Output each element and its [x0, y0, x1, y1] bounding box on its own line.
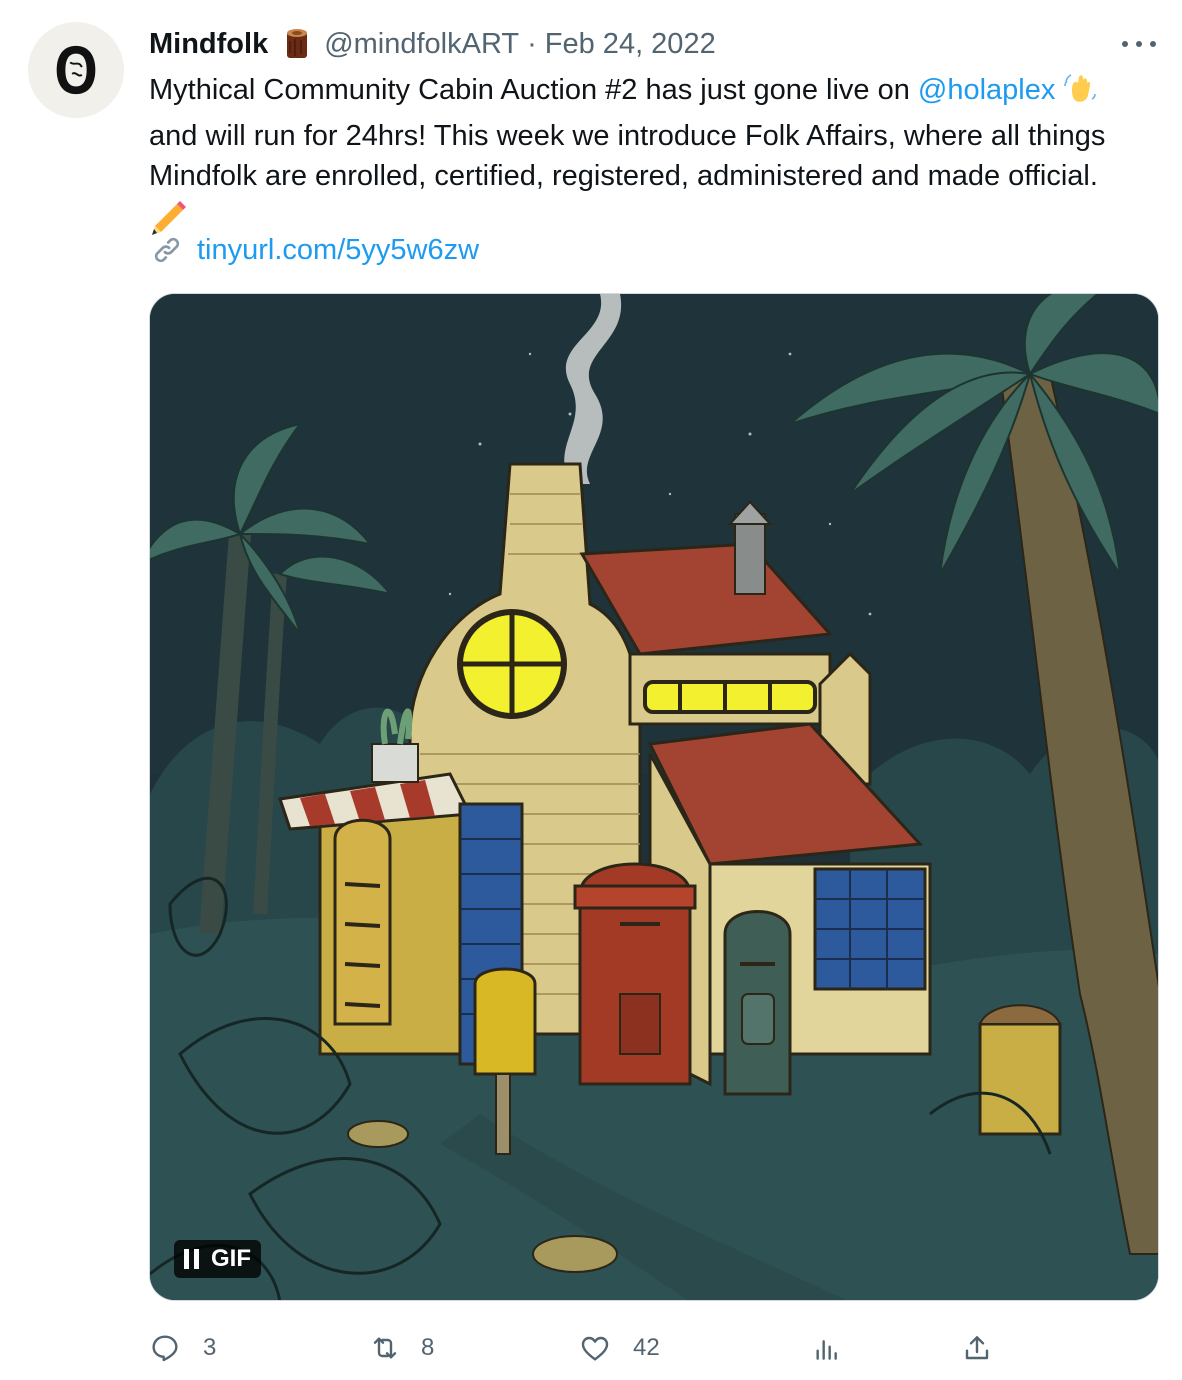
header-separator: ·	[527, 27, 537, 60]
link-chain-icon	[154, 237, 180, 263]
tweet-text: Mythical Community Cabin Auction #2 has …	[149, 70, 1159, 247]
tweet-date[interactable]: Feb 24, 2022	[545, 28, 716, 61]
reply-count: 3	[203, 1334, 217, 1361]
retweet-button[interactable]: 8	[369, 1326, 434, 1370]
retweet-count: 8	[421, 1334, 435, 1361]
gif-badge[interactable]: GIF	[174, 1240, 261, 1278]
waving-hand-icon	[1063, 71, 1097, 116]
cabin-illustration	[150, 294, 1158, 1300]
share-icon	[965, 1336, 989, 1360]
author-handle[interactable]: @mindfolkART	[324, 28, 519, 61]
tweet-actions: 3 8 42	[149, 1326, 1159, 1370]
reply-icon	[152, 1335, 178, 1362]
analytics-icon	[816, 1340, 837, 1360]
tweet-link[interactable]: tinyurl.com/5yy5w6zw	[149, 230, 479, 270]
analytics-button[interactable]	[811, 1326, 843, 1370]
tweet-text-line-3: Mindfolk are enrolled, certified, regist…	[149, 160, 1098, 192]
author-name[interactable]: Mindfolk	[149, 28, 268, 61]
mention-link[interactable]: @holaplex	[918, 74, 1055, 106]
heart-icon	[581, 1336, 609, 1361]
mindfolk-logo-icon	[56, 45, 96, 95]
tweet-header: Mindfolk @mindfolkART · Feb 24, 2022	[149, 26, 716, 62]
link-url[interactable]: tinyurl.com/5yy5w6zw	[197, 234, 479, 267]
more-dots-icon[interactable]	[1122, 32, 1156, 56]
tweet-text-line-1: Mythical Community Cabin Auction #2 has …	[149, 70, 1159, 116]
tweet-text-segment: Mythical Community Cabin Auction #2 has …	[149, 74, 918, 106]
like-button[interactable]: 42	[579, 1326, 660, 1370]
share-button[interactable]	[961, 1326, 993, 1370]
tweet-text-line-2: and will run for 24hrs! This week we int…	[149, 120, 1106, 152]
gif-label: GIF	[211, 1245, 251, 1272]
reply-button[interactable]: 3	[149, 1326, 216, 1370]
media-gif[interactable]: GIF	[149, 293, 1159, 1301]
retweet-icon	[373, 1337, 397, 1359]
avatar[interactable]	[28, 22, 124, 118]
tweet-card[interactable]: Mindfolk @mindfolkART · Feb 24, 2022 Myt…	[0, 0, 1182, 1380]
wood-log-icon	[282, 27, 312, 61]
pause-icon[interactable]	[184, 1249, 199, 1269]
like-count: 42	[633, 1334, 660, 1361]
